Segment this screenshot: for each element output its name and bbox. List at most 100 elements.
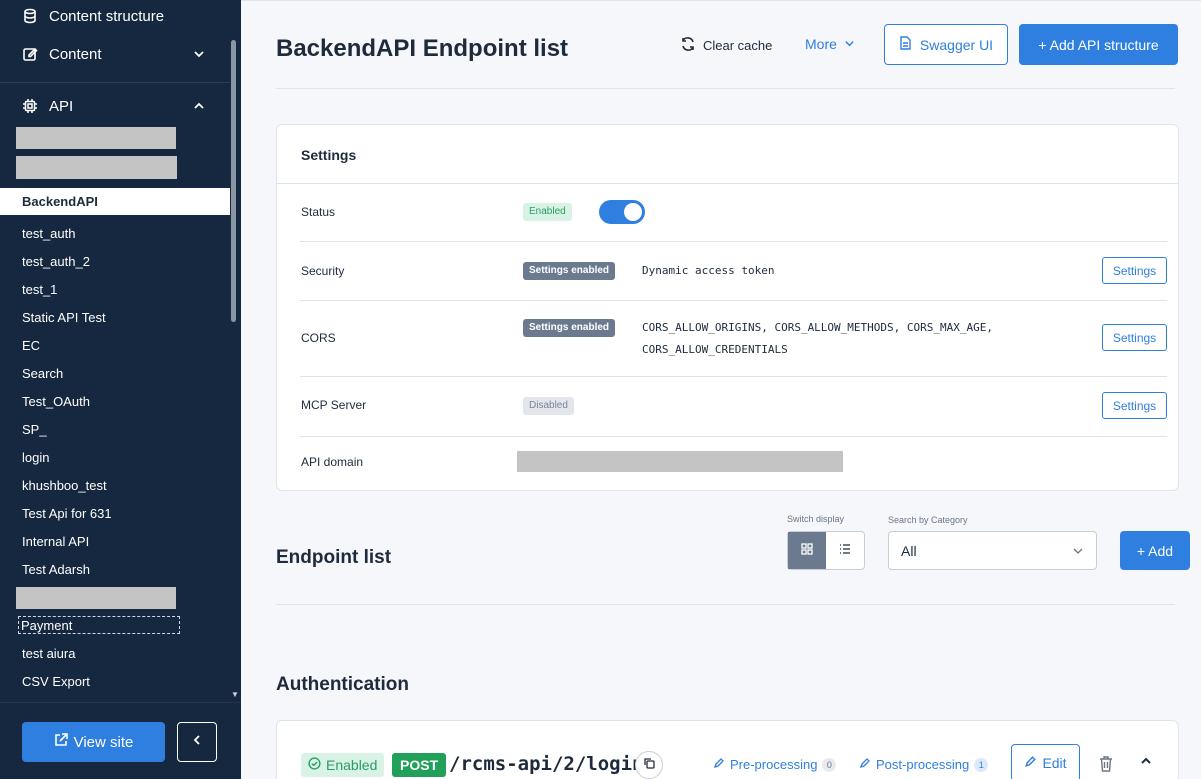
chip-icon	[22, 98, 38, 114]
sidebar-item-test-adarsh[interactable]: Test Adarsh	[0, 555, 230, 583]
top-border	[241, 0, 1201, 1]
api-list: BackendAPI test_auth test_auth_2 test_1 …	[0, 188, 230, 695]
pre-processing-link[interactable]: Pre-processing 0	[713, 757, 837, 772]
sidebar-divider	[0, 82, 230, 83]
swagger-ui-button[interactable]: Swagger UI	[884, 24, 1008, 65]
sidebar-item-content[interactable]: Content	[0, 32, 230, 76]
row-divider	[300, 300, 1167, 301]
mcp-label: MCP Server	[301, 398, 367, 412]
settings-title: Settings	[301, 147, 357, 163]
cors-settings-button[interactable]: Settings	[1102, 324, 1167, 351]
sidebar-item-csv-export[interactable]: CSV Export	[0, 667, 230, 695]
trash-icon[interactable]	[1099, 756, 1113, 777]
sidebar: Content structure Content API BackendAPI…	[0, 0, 241, 779]
category-select[interactable]: All	[888, 531, 1097, 570]
copy-path-button[interactable]	[635, 751, 663, 779]
chevron-up-icon[interactable]	[1139, 754, 1153, 773]
chevron-down-icon	[837, 36, 855, 52]
page-title: BackendAPI Endpoint list	[276, 35, 569, 62]
pre-processing-label: Pre-processing	[730, 757, 818, 772]
grid-icon	[801, 542, 813, 560]
sidebar-item-test-1[interactable]: test_1	[0, 275, 230, 303]
sidebar-item-ec[interactable]: EC	[0, 331, 230, 359]
endpoint-path: /rcms-api/2/login	[449, 753, 644, 775]
edit-endpoint-button[interactable]: Edit	[1011, 744, 1080, 779]
sidebar-item-search[interactable]: Search	[0, 359, 230, 387]
sidebar-item-content-structure[interactable]: Content structure	[0, 0, 230, 32]
sidebar-item-khushboo-test[interactable]: khushboo_test	[0, 471, 230, 499]
sidebar-scrollbar[interactable]	[231, 40, 236, 322]
category-value: All	[901, 542, 917, 559]
clear-cache-label: Clear cache	[703, 38, 773, 53]
card-divider	[277, 183, 1178, 184]
view-site-label: View site	[73, 733, 134, 751]
add-api-structure-button[interactable]: + Add API structure	[1019, 24, 1178, 65]
cors-value-line2: CORS_ALLOW_CREDENTIALS	[642, 343, 788, 356]
row-divider	[300, 241, 1167, 242]
main-content: BackendAPI Endpoint list Clear cache Mor…	[241, 0, 1201, 779]
post-processing-count: 1	[974, 757, 989, 772]
post-processing-link[interactable]: Post-processing 1	[859, 757, 989, 772]
cors-label: CORS	[301, 331, 336, 345]
more-label: More	[805, 36, 837, 52]
sidebar-top: Content structure Content API	[0, 0, 230, 128]
sidebar-item-test-auth-2[interactable]: test_auth_2	[0, 247, 230, 275]
sidebar-footer: View site	[0, 702, 241, 779]
scroll-down-arrow-icon[interactable]: ▼	[231, 690, 239, 699]
list-view-button[interactable]	[826, 532, 864, 569]
copy-icon	[643, 756, 655, 774]
chevron-down-icon	[192, 47, 206, 61]
add-endpoint-button[interactable]: + Add	[1120, 531, 1190, 570]
sidebar-item-sp[interactable]: SP_	[0, 415, 230, 443]
more-dropdown[interactable]: More	[805, 36, 855, 52]
security-value: Dynamic access token	[642, 264, 775, 277]
api-domain-label: API domain	[301, 455, 364, 469]
sidebar-item-api[interactable]: API	[0, 84, 230, 128]
row-divider	[300, 436, 1167, 437]
security-badge: Settings enabled	[523, 262, 616, 280]
sidebar-label: Content structure	[49, 7, 165, 25]
redacted-item	[16, 156, 177, 179]
swagger-label: Swagger UI	[919, 36, 994, 53]
sidebar-item-test-api-631[interactable]: Test Api for 631	[0, 499, 230, 527]
status-label: Status	[301, 205, 336, 219]
sidebar-item-internal-api[interactable]: Internal API	[0, 527, 230, 555]
view-site-button[interactable]: View site	[22, 722, 165, 762]
redacted-item	[16, 587, 176, 609]
sidebar-item-test-aiura[interactable]: test aiura	[0, 639, 230, 667]
mcp-badge: Disabled	[523, 397, 574, 415]
security-settings-button[interactable]: Settings	[1102, 257, 1167, 284]
section-divider	[276, 604, 1175, 605]
endpoint-status-badge: Enabled	[301, 753, 385, 777]
endpoint-status-label: Enabled	[326, 757, 378, 773]
header-divider	[276, 88, 1175, 89]
clear-cache-button[interactable]: Clear cache	[680, 36, 772, 55]
sidebar-item-static-api-test[interactable]: Static API Test	[0, 303, 230, 331]
pre-processing-count: 0	[822, 757, 837, 772]
collapse-sidebar-button[interactable]	[177, 722, 217, 762]
sidebar-item-test-auth[interactable]: test_auth	[0, 219, 230, 247]
sidebar-item-login[interactable]: login	[0, 443, 230, 471]
pencil-icon	[713, 757, 730, 772]
grid-view-button[interactable]	[788, 532, 826, 569]
edit-icon	[22, 46, 38, 62]
status-toggle[interactable]	[599, 200, 645, 224]
sidebar-item-payment[interactable]: Payment	[17, 615, 181, 635]
authentication-title: Authentication	[276, 674, 409, 695]
display-switch	[787, 531, 865, 570]
refresh-icon	[680, 36, 703, 55]
check-circle-icon	[308, 757, 326, 773]
mcp-settings-button[interactable]: Settings	[1102, 392, 1167, 419]
post-processing-label: Post-processing	[876, 757, 970, 772]
security-label: Security	[301, 264, 345, 278]
redacted-domain	[517, 451, 843, 472]
sidebar-item-test-oauth[interactable]: Test_OAuth	[0, 387, 230, 415]
cors-badge: Settings enabled	[523, 319, 616, 337]
sidebar-label: Content	[49, 45, 102, 63]
chevron-left-icon	[190, 733, 204, 752]
external-link-icon	[54, 733, 74, 751]
list-icon	[839, 542, 851, 560]
category-label: Search by Category	[888, 515, 968, 525]
document-icon	[899, 36, 920, 53]
sidebar-item-backendapi[interactable]: BackendAPI	[0, 188, 230, 215]
